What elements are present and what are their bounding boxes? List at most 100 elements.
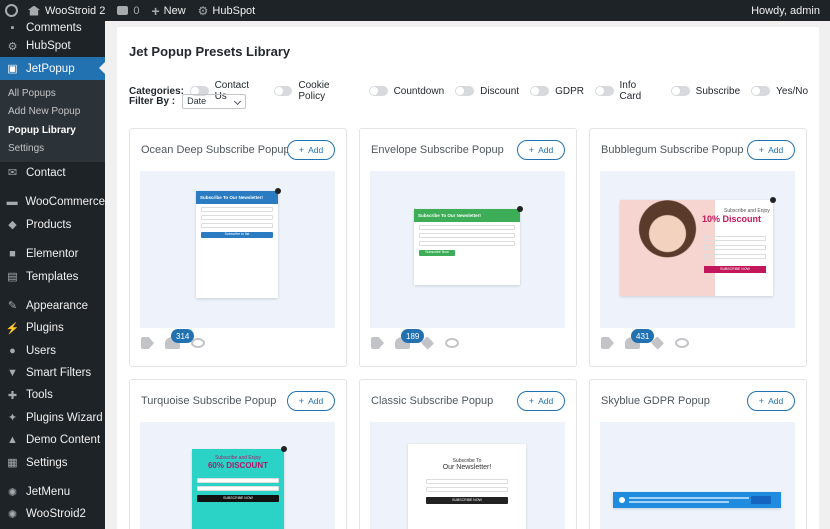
category-toggle-discount[interactable]: Discount (455, 86, 519, 97)
sidebar-item-tools[interactable]: ✚ Tools (0, 384, 105, 406)
card-title: Envelope Subscribe Popup (371, 144, 504, 156)
popup-preview[interactable] (600, 422, 795, 529)
plus-icon: + (151, 2, 160, 19)
sidebar-item-comments[interactable]: ▪ Comments (0, 21, 105, 35)
plus-icon: + (298, 396, 305, 406)
submenu-popup-library[interactable]: Popup Library (0, 121, 105, 140)
popup-preview[interactable]: Subscribe and Enjoy 60% DISCOUNT SUBSCRI… (140, 422, 335, 529)
toggle-switch[interactable] (751, 86, 771, 96)
filter-by: Filter By : Date (129, 94, 247, 109)
submenu-settings[interactable]: Settings (0, 139, 105, 158)
elementor-icon: ■ (9, 248, 16, 261)
toggle-switch[interactable] (594, 86, 614, 96)
sidebar-item-smart-filters[interactable]: ▼ Smart Filters (0, 362, 105, 384)
sidebar-item-demo-content[interactable]: ▲ Demo Content (0, 429, 105, 451)
new-content-link[interactable]: + New (145, 0, 191, 21)
add-preset-button[interactable]: + Add (287, 391, 335, 411)
plug-icon: ⚡ (5, 322, 20, 335)
toggle-switch[interactable] (530, 86, 550, 96)
close-icon (275, 188, 281, 194)
sidebar-item-woocommerce[interactable]: ▬ WooCommerce (0, 191, 105, 213)
user-icon: ● (9, 344, 16, 357)
comments-link[interactable]: 0 (111, 0, 145, 21)
admin-bar: WooStroid 2 0 + New ⚙ HubSpot Howdy, admin (0, 0, 830, 21)
sidebar-item-woostroid2[interactable]: ✺ WooStroid2 (0, 503, 105, 525)
eye-icon[interactable] (191, 338, 205, 348)
sidebar-item-plugins-wizard[interactable]: ✦ Plugins Wizard (0, 407, 105, 429)
sidebar-item-contact[interactable]: ✉ Contact (0, 162, 105, 184)
add-preset-button[interactable]: + Add (287, 140, 335, 160)
page-title: Jet Popup Presets Library (129, 44, 291, 59)
users-icon: 314 (165, 329, 195, 349)
sidebar-item-users[interactable]: ● Users (0, 340, 105, 362)
card-title: Classic Subscribe Popup (371, 395, 494, 407)
submenu-add-new-popup[interactable]: Add New Popup (0, 102, 105, 121)
sidebar-item-hubspot[interactable]: ⚙ HubSpot (0, 35, 105, 57)
add-preset-button[interactable]: + Add (747, 140, 795, 160)
category-toggle-subscribe[interactable]: Subscribe (670, 86, 740, 97)
sidebar-item-elementor[interactable]: ■ Elementor (0, 243, 105, 265)
category-toggle-yes-no[interactable]: Yes/No (751, 86, 808, 97)
sidebar-item-appearance[interactable]: ✎ Appearance (0, 295, 105, 317)
preset-card: Envelope Subscribe Popup + Add Subscribe … (359, 128, 577, 367)
plus-icon: + (528, 145, 535, 155)
category-toggle-cookie-policy[interactable]: Cookie Policy (273, 80, 358, 102)
close-icon (770, 197, 776, 203)
toggle-switch[interactable] (670, 86, 690, 96)
add-preset-button[interactable]: + Add (747, 391, 795, 411)
jetpopup-submenu: All Popups Add New Popup Popup Library S… (0, 79, 105, 162)
sidebar-item-jetpopup[interactable]: ▣ JetPopup (0, 57, 105, 80)
hubspot-icon: ⚙ (7, 40, 18, 53)
envelope-popup-thumbnail: Subscribe To Our Newsletter! Subscribe N… (414, 206, 523, 285)
popup-preview[interactable]: Subscribe To Our Newsletter! Subscribe t… (140, 171, 335, 328)
category-toggle-info-card[interactable]: Info Card (594, 80, 660, 102)
brush-icon: ✎ (7, 300, 18, 313)
tag-icon (371, 337, 384, 349)
turquoise-popup-thumbnail: Subscribe and Enjoy 60% DISCOUNT SUBSCRI… (192, 446, 287, 529)
filter-select[interactable]: Date (182, 94, 247, 109)
sidebar-item-settings[interactable]: ▦ Settings (0, 451, 105, 473)
card-title: Turquoise Subscribe Popup (141, 395, 277, 407)
hubspot-icon: ⚙ (197, 3, 209, 18)
account-menu[interactable]: Howdy, admin (745, 0, 830, 21)
skyblue-gdpr-thumbnail (613, 492, 781, 508)
eye-icon[interactable] (445, 338, 459, 348)
sidebar-item-products[interactable]: ◆ Products (0, 214, 105, 236)
preset-card: Ocean Deep Subscribe Popup + Add Subscrib… (129, 128, 347, 367)
presets-library-panel: Jet Popup Presets Library Categories: Co… (117, 27, 819, 529)
preset-card: Bubblegum Subscribe Popup + Add Subscribe… (589, 128, 807, 367)
sidebar-item-jetmenu[interactable]: ✺ JetMenu (0, 481, 105, 503)
add-preset-button[interactable]: + Add (517, 140, 565, 160)
sidebar-item-templates[interactable]: ▤ Templates (0, 265, 105, 287)
eye-icon[interactable] (675, 338, 689, 348)
popup-preview[interactable]: Subscribe To Our Newsletter! Subscribe N… (370, 171, 565, 328)
sidebar-item-plugins[interactable]: ⚡ Plugins (0, 317, 105, 339)
category-toggle-countdown[interactable]: Countdown (368, 86, 444, 97)
submenu-all-popups[interactable]: All Popups (0, 84, 105, 103)
plus-icon: + (758, 396, 765, 406)
comment-icon (117, 6, 129, 15)
filter-label: Filter By : (129, 96, 176, 107)
card-title: Skyblue GDPR Popup (601, 395, 710, 407)
hubspot-link[interactable]: ⚙ HubSpot (192, 0, 262, 21)
admin-sidebar: ▪ Comments ⚙ HubSpot ▣ JetPopup All Popups … (0, 21, 105, 529)
popup-preview[interactable]: Subscribe To Our Newsletter! SUBSCRIBE N… (370, 422, 565, 529)
home-icon (28, 5, 40, 16)
add-preset-button[interactable]: + Add (517, 391, 565, 411)
wordpress-logo-icon[interactable] (0, 0, 22, 21)
card-title: Bubblegum Subscribe Popup (601, 144, 744, 156)
comment-icon: ▪ (10, 22, 15, 34)
mail-icon: ✉ (7, 167, 18, 180)
users-icon: 431 (625, 329, 655, 349)
toggle-switch[interactable] (455, 86, 475, 96)
toggle-switch[interactable] (368, 86, 388, 96)
gear-icon: ✺ (7, 486, 18, 499)
tag-icon (141, 337, 154, 349)
plus-icon: + (528, 396, 535, 406)
category-toggle-gdpr[interactable]: GDPR (530, 86, 584, 97)
popup-preview[interactable]: Subscribe and Enjoy 10% Discount SUBSCRI… (600, 171, 795, 328)
site-name-link[interactable]: WooStroid 2 (22, 0, 111, 21)
toggle-switch[interactable] (273, 86, 293, 96)
import-icon: ▲ (7, 434, 18, 447)
ocean-deep-popup-thumbnail: Subscribe To Our Newsletter! Subscribe t… (196, 188, 281, 298)
